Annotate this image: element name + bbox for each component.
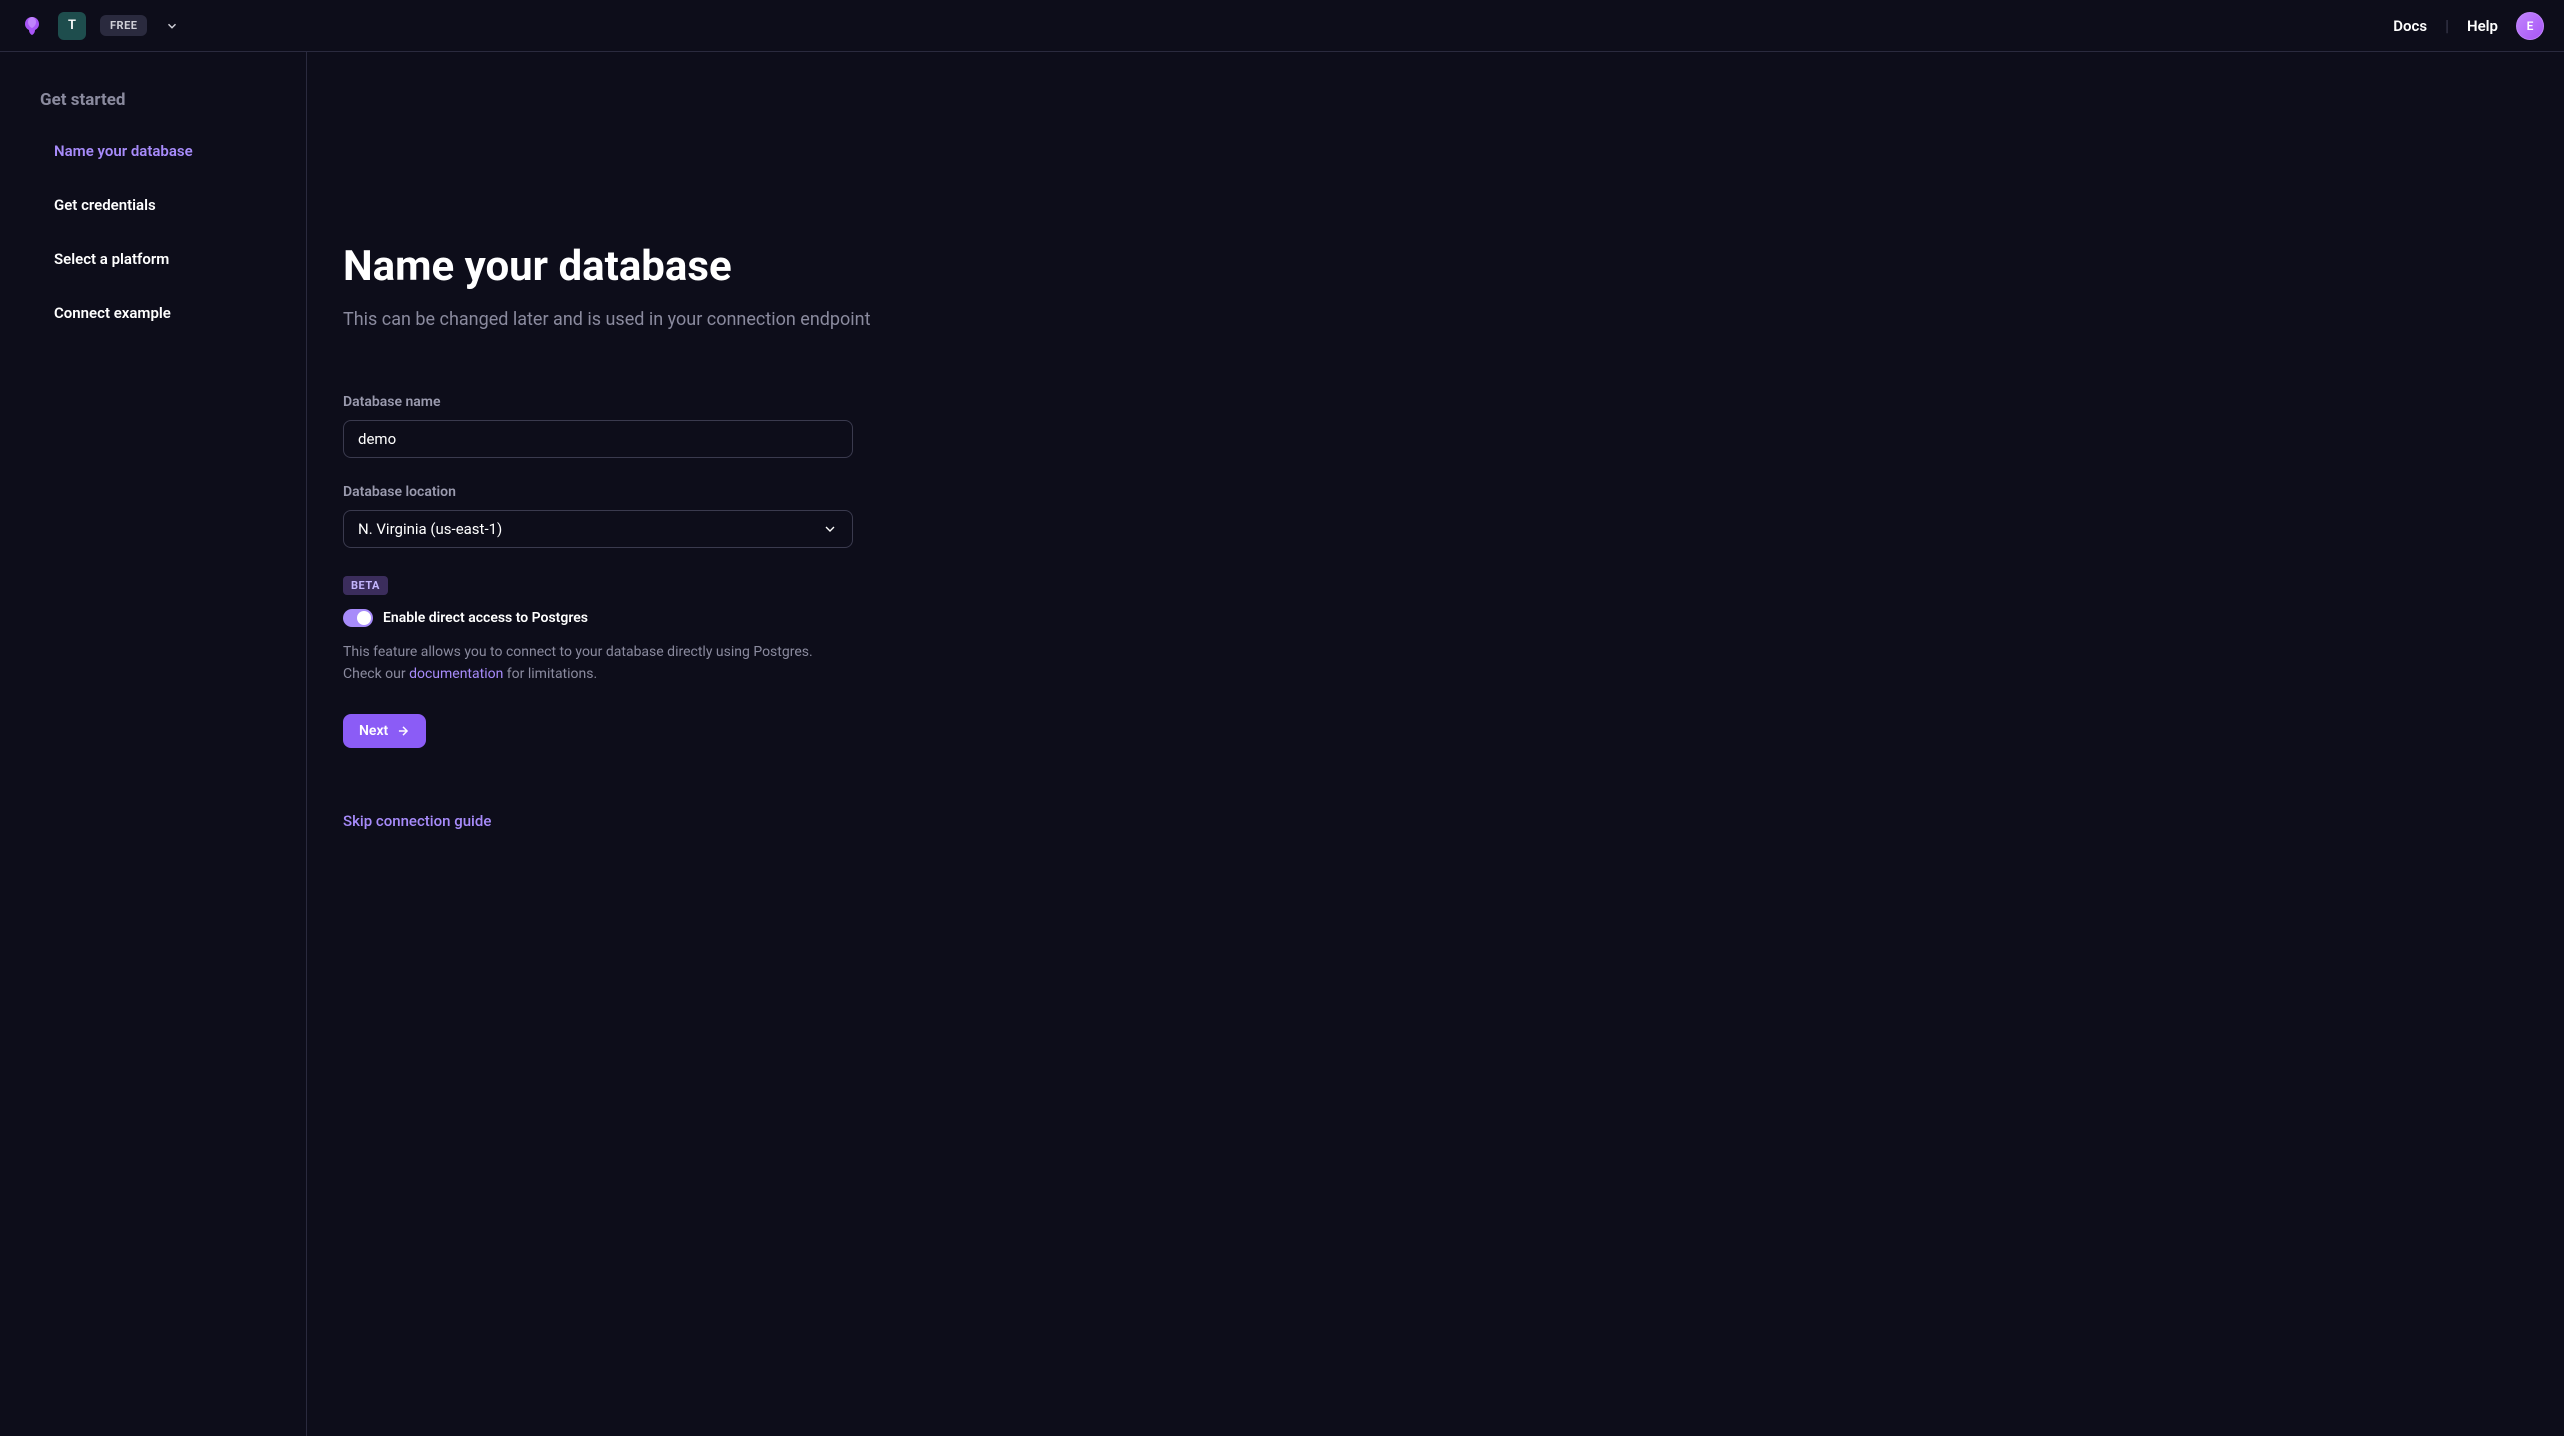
avatar[interactable]: E xyxy=(2516,12,2544,40)
toggle-label: Enable direct access to Postgres xyxy=(383,610,588,626)
db-name-label: Database name xyxy=(343,394,1207,410)
db-location-label: Database location xyxy=(343,484,1207,500)
sidebar-item-get-credentials[interactable]: Get credentials xyxy=(54,196,266,214)
db-location-value: N. Virginia (us-east-1) xyxy=(358,520,502,538)
sidebar-item-connect-example[interactable]: Connect example xyxy=(54,304,266,322)
toggle-handle xyxy=(357,611,371,625)
page-title: Name your database xyxy=(343,242,1207,291)
db-name-input[interactable] xyxy=(343,420,853,458)
documentation-link[interactable]: documentation xyxy=(409,666,503,682)
page-subtitle: This can be changed later and is used in… xyxy=(343,309,1207,330)
help-link[interactable]: Help xyxy=(2467,17,2498,35)
skip-link[interactable]: Skip connection guide xyxy=(343,812,491,830)
logo-icon[interactable] xyxy=(20,14,44,38)
layout: Get started Name your database Get crede… xyxy=(0,52,2564,1436)
next-button-label: Next xyxy=(359,723,388,739)
main-content: Name your database This can be changed l… xyxy=(307,52,1207,1436)
beta-section: BETA Enable direct access to Postgres Th… xyxy=(343,574,1207,686)
arrow-right-icon xyxy=(396,724,410,738)
header-divider: | xyxy=(2445,16,2449,35)
feature-desc-part2: for limitations. xyxy=(503,666,597,682)
chevron-down-icon xyxy=(822,521,838,537)
db-location-group: Database location N. Virginia (us-east-1… xyxy=(343,484,1207,548)
sidebar-title: Get started xyxy=(40,90,266,110)
db-name-group: Database name xyxy=(343,394,1207,458)
plan-badge: FREE xyxy=(100,15,147,36)
header-right: Docs | Help E xyxy=(2393,12,2544,40)
beta-badge: BETA xyxy=(343,576,388,595)
workspace-badge[interactable]: T xyxy=(58,12,86,40)
db-location-select[interactable]: N. Virginia (us-east-1) xyxy=(343,510,853,548)
chevron-down-icon xyxy=(165,19,179,33)
workspace-dropdown-button[interactable] xyxy=(161,15,183,37)
sidebar-items: Name your database Get credentials Selec… xyxy=(40,142,266,322)
header: T FREE Docs | Help E xyxy=(0,0,2564,52)
feature-description: This feature allows you to connect to yo… xyxy=(343,641,853,686)
docs-link[interactable]: Docs xyxy=(2393,17,2427,35)
sidebar: Get started Name your database Get crede… xyxy=(0,52,307,1436)
toggle-row: Enable direct access to Postgres xyxy=(343,609,1207,627)
next-button[interactable]: Next xyxy=(343,714,426,748)
postgres-toggle[interactable] xyxy=(343,609,373,627)
sidebar-item-select-platform[interactable]: Select a platform xyxy=(54,250,266,268)
header-left: T FREE xyxy=(20,12,183,40)
sidebar-item-name-database[interactable]: Name your database xyxy=(54,142,266,160)
